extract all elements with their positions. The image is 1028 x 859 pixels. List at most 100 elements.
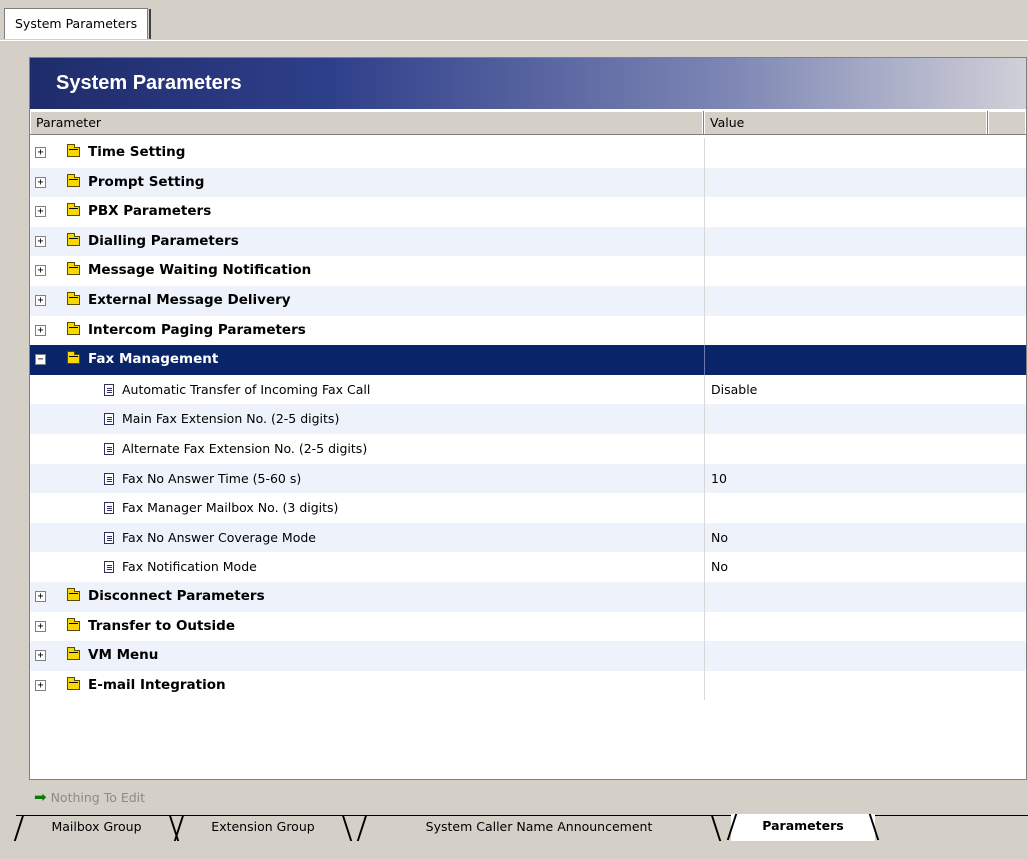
folder-icon (67, 617, 80, 631)
column-divider (704, 670, 705, 701)
group-label: Time Setting (88, 144, 186, 160)
column-divider (704, 493, 705, 523)
parameter-label: Alternate Fax Extension No. (2-5 digits) (122, 440, 368, 456)
group-label: Disconnect Parameters (88, 587, 265, 604)
panel-title: System Parameters (56, 72, 242, 94)
folder-icon (67, 144, 80, 157)
column-divider (704, 226, 705, 257)
panel-title-bar: System Parameters (30, 58, 1026, 110)
column-divider (704, 285, 705, 316)
folder-icon (67, 321, 80, 335)
tab-edge (868, 814, 880, 840)
parameter-value[interactable]: Disable (711, 375, 757, 405)
document-icon (104, 413, 114, 426)
tab-edge (356, 815, 368, 841)
document-icon (104, 442, 114, 455)
tree-group-row[interactable]: + Transfer to Outside (30, 611, 1026, 642)
column-divider (704, 522, 705, 553)
tree-group-row[interactable]: + Disconnect Parameters (30, 581, 1026, 612)
column-divider (704, 167, 705, 198)
parameter-value[interactable]: No (711, 523, 728, 553)
column-divider (704, 641, 705, 671)
document-icon (104, 561, 114, 574)
parameter-label: Fax Manager Mailbox No. (3 digits) (122, 500, 339, 516)
parameter-label: Main Fax Extension No. (2-5 digits) (122, 411, 340, 427)
folder-icon (67, 647, 80, 661)
bottom-tab-parameters[interactable]: Parameters (726, 814, 880, 841)
arrow-right-icon: ➡ (34, 788, 47, 806)
document-icon (104, 531, 114, 544)
column-header: Parameter Value (30, 111, 1026, 135)
plus-expander-icon[interactable]: + (35, 176, 46, 188)
bottom-tab-system-caller-name-announcement[interactable]: System Caller Name Announcement (356, 815, 722, 841)
column-header-parameter[interactable]: Parameter (30, 111, 704, 134)
tree-group-row[interactable]: + Message Waiting Notification (30, 256, 1026, 286)
status-bar: ➡ Nothing To Edit (34, 786, 145, 808)
tree-group-row[interactable]: − Fax Management (30, 345, 1026, 375)
document-icon (104, 472, 114, 485)
tree-param-row[interactable]: Alternate Fax Extension No. (2-5 digits) (30, 433, 1026, 464)
folder-icon (67, 173, 80, 187)
group-label: VM Menu (88, 647, 159, 664)
tree-group-row[interactable]: + Intercom Paging Parameters (30, 315, 1026, 346)
bottom-tab-bar: Mailbox Group Extension Group System Calle… (0, 814, 1028, 845)
system-parameters-panel: System Parameters Parameter Value + Time … (29, 57, 1027, 780)
bottom-tab-label: Mailbox Group (51, 819, 142, 834)
group-label: Dialling Parameters (88, 232, 239, 249)
folder-icon (67, 351, 80, 365)
plus-expander-icon[interactable]: + (35, 294, 46, 306)
tree-param-row[interactable]: Fax No Answer Time (5-60 s) 10 (30, 463, 1026, 494)
column-divider (704, 315, 705, 346)
tree-group-row[interactable]: + E-mail Integration (30, 670, 1026, 701)
column-divider (704, 374, 705, 405)
column-divider (704, 611, 705, 642)
folder-icon (67, 676, 80, 690)
column-divider (704, 345, 705, 375)
tree-group-row[interactable]: + Dialling Parameters (30, 226, 1026, 257)
bottom-tab-extension-group[interactable]: Extension Group (173, 815, 353, 841)
tree-param-row[interactable]: Fax No Answer Coverage Mode No (30, 522, 1026, 553)
column-header-value[interactable]: Value (704, 111, 988, 134)
tree-group-row[interactable]: + PBX Parameters (30, 197, 1026, 227)
parameter-value[interactable]: 10 (711, 464, 727, 494)
tab-edge (710, 815, 722, 841)
tree-group-row[interactable]: + External Message Delivery (30, 285, 1026, 316)
tree-group-row[interactable]: + VM Menu (30, 641, 1026, 671)
tree-group-row[interactable]: + Time Setting (30, 138, 1026, 168)
top-tab-strip: System Parameters (0, 0, 1028, 41)
tab-edge (726, 814, 738, 840)
plus-expander-icon[interactable]: + (35, 650, 46, 662)
plus-expander-icon[interactable]: + (35, 679, 46, 691)
group-label: PBX Parameters (88, 203, 212, 220)
tab-system-parameters[interactable]: System Parameters (4, 8, 152, 39)
column-header-filler (988, 111, 1026, 134)
document-icon (104, 502, 114, 515)
plus-expander-icon[interactable]: + (35, 324, 46, 336)
column-divider (704, 463, 705, 494)
tree-group-row[interactable]: + Prompt Setting (30, 167, 1026, 198)
minus-expander-icon[interactable]: − (35, 354, 46, 366)
tree-param-row[interactable]: Fax Notification Mode No (30, 552, 1026, 582)
column-divider (704, 256, 705, 286)
group-label: Prompt Setting (88, 173, 205, 190)
column-divider (704, 552, 705, 582)
plus-expander-icon[interactable]: + (35, 147, 46, 158)
group-label: Transfer to Outside (88, 617, 235, 634)
tree-param-row[interactable]: Main Fax Extension No. (2-5 digits) (30, 404, 1026, 434)
bottom-tab-label: Extension Group (211, 819, 315, 834)
parameter-value[interactable]: No (711, 552, 728, 582)
plus-expander-icon[interactable]: + (35, 206, 46, 218)
tree-param-row[interactable]: Fax Manager Mailbox No. (3 digits) (30, 493, 1026, 523)
plus-expander-icon[interactable]: + (35, 590, 46, 602)
column-divider (704, 138, 705, 168)
plus-expander-icon[interactable]: + (35, 265, 46, 277)
folder-icon (67, 587, 80, 601)
tab-edge (173, 815, 185, 841)
plus-expander-icon[interactable]: + (35, 235, 46, 247)
bottom-tab-label: System Caller Name Announcement (425, 819, 653, 834)
plus-expander-icon[interactable]: + (35, 620, 46, 632)
bottom-tab-mailbox-group[interactable]: Mailbox Group (13, 815, 180, 841)
tab-edge (13, 815, 25, 841)
column-divider (704, 197, 705, 227)
tree-param-row[interactable]: Automatic Transfer of Incoming Fax Call D… (30, 374, 1026, 405)
